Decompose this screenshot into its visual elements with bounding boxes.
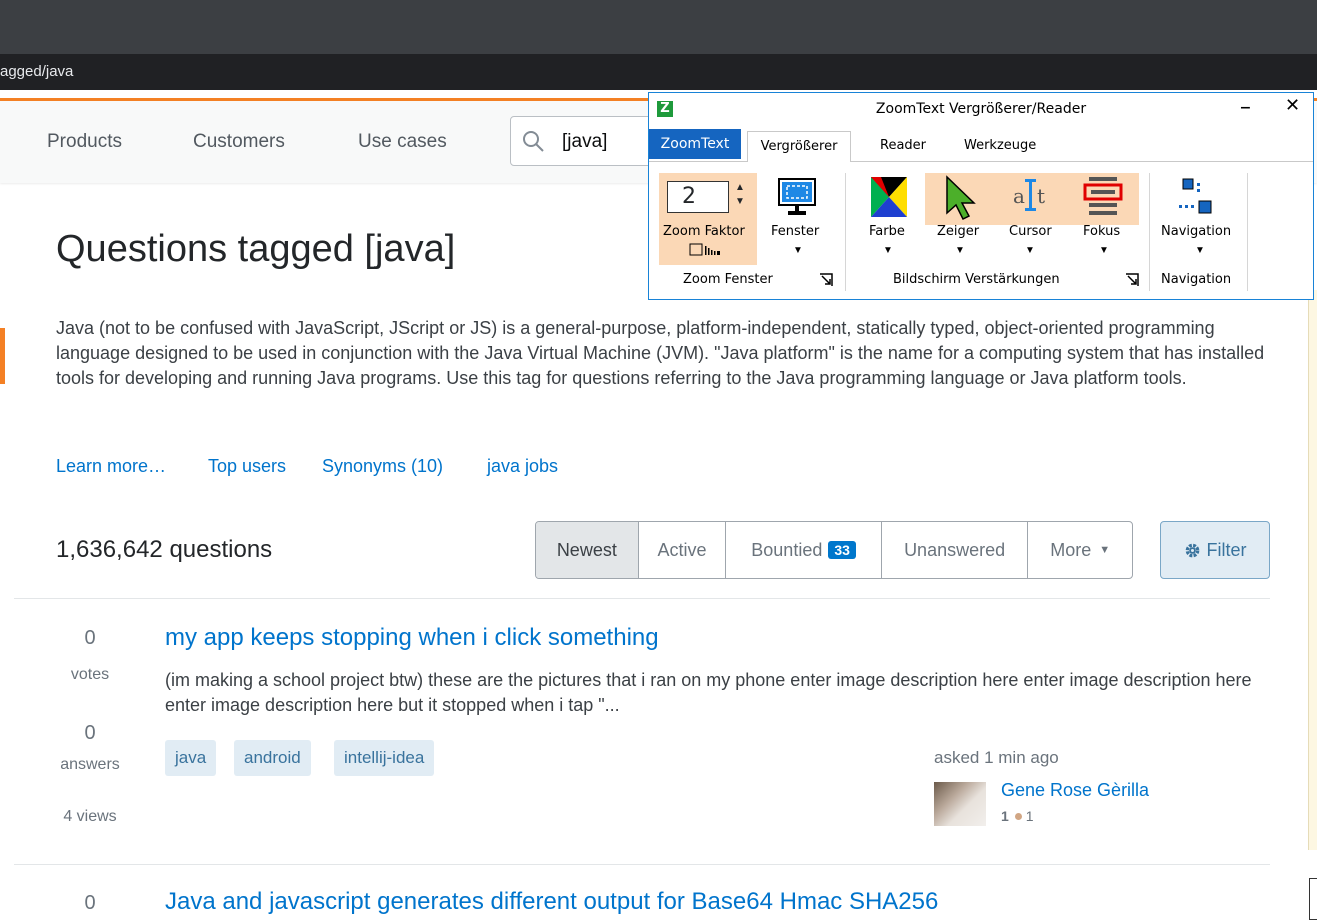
search-value: [java] [562, 131, 608, 152]
caret-down-icon[interactable]: ▼ [793, 245, 803, 256]
tab-unanswered-label: Unanswered [904, 539, 1006, 560]
tab-vergroesserer[interactable]: Vergrößerer [747, 131, 851, 162]
tab-werkzeuge[interactable]: Werkzeuge [964, 131, 1036, 161]
bronze-badge-count: 1 [1025, 808, 1034, 824]
zoomtext-window: Z ZoomText Vergrößerer/Reader ‒ ✕ ZoomTe… [648, 92, 1314, 300]
tab-newest-label: Newest [556, 539, 617, 560]
navigation-icon[interactable] [1175, 175, 1219, 219]
zoomtext-title: ZoomText Vergrößerer/Reader [875, 101, 1087, 117]
caret-down-icon[interactable]: ▼ [1099, 245, 1109, 256]
svg-text:t: t [1037, 184, 1045, 208]
cursor-label[interactable]: Cursor [1009, 224, 1052, 239]
vote-count: 0 [84, 627, 96, 649]
tag-description: Java (not to be confused with JavaScript… [56, 318, 1265, 388]
tab-more-label: More [1050, 539, 1092, 560]
caret-down-icon[interactable]: ▼ [883, 245, 893, 256]
reputation-score: 1 [1001, 808, 1009, 824]
zeiger-label[interactable]: Zeiger [937, 224, 979, 239]
gear-icon [1185, 543, 1199, 557]
tab-active[interactable]: Active [639, 522, 727, 578]
pointer-arrow-icon[interactable] [943, 175, 979, 221]
bronze-badge-icon [1014, 813, 1022, 820]
tab-bountied-label: Bountied [751, 539, 823, 560]
answers-label: answers [60, 756, 120, 773]
page-title: Questions tagged [java] [56, 228, 456, 270]
tab-newest[interactable]: Newest [536, 522, 639, 578]
nav-customers[interactable]: Customers [193, 131, 285, 153]
user-name-link[interactable]: Gene Rose Gèrilla [1001, 780, 1149, 801]
question-count: 1,636,642 questions [56, 536, 273, 563]
focus-highlight-icon[interactable] [1081, 175, 1125, 219]
votes-label: votes [70, 666, 110, 683]
dialog-launcher-icon[interactable] [819, 273, 833, 287]
text-cursor-icon[interactable]: a t [1011, 175, 1051, 219]
tab-active-label: Active [657, 539, 707, 560]
left-accent-bar [0, 328, 5, 384]
sidebar-box-edge [1309, 878, 1317, 920]
navigation-label[interactable]: Navigation [1161, 224, 1231, 239]
tab-reader[interactable]: Reader [880, 131, 926, 161]
vote-count: 0 [84, 892, 96, 914]
spinner-arrows-icon[interactable]: ▲ ▼ [735, 181, 745, 209]
address-bar[interactable]: agged/java [0, 54, 1317, 90]
tab-unanswered[interactable]: Unanswered [882, 522, 1029, 578]
caret-down-icon[interactable]: ▼ [1195, 245, 1205, 256]
asked-time: asked 1 min ago [934, 748, 1059, 767]
address-bar-url: agged/java [0, 63, 74, 80]
filter-label: Filter [1206, 539, 1247, 560]
browser-tabbar [0, 0, 1317, 54]
fokus-label[interactable]: Fokus [1083, 224, 1120, 239]
minimize-icon[interactable]: ‒ [1241, 99, 1250, 117]
java-jobs-link[interactable]: java jobs [487, 456, 558, 477]
view-count: 4 views [63, 808, 117, 825]
nav-products[interactable]: Products [47, 131, 122, 153]
divider [14, 864, 1270, 865]
color-palette-icon[interactable] [869, 175, 909, 219]
zoom-bars-icon [689, 243, 720, 256]
fenster-label[interactable]: Fenster [771, 224, 819, 239]
tag-intellij-idea[interactable]: intellij-idea [334, 740, 435, 776]
top-users-link[interactable]: Top users [208, 456, 286, 477]
bildschirm-group-label: Bildschirm Verstärkungen [893, 272, 1060, 287]
user-reputation: 11 [1001, 808, 1034, 824]
tab-zoomtext[interactable]: ZoomText [649, 129, 741, 159]
farbe-label[interactable]: Farbe [869, 224, 905, 239]
chevron-down-icon: ▼ [1099, 544, 1111, 556]
zoom-factor-spinner[interactable]: 2 [667, 181, 729, 213]
tag-java[interactable]: java [165, 740, 217, 776]
zoom-faktor-label[interactable]: Zoom Faktor [663, 224, 745, 239]
synonyms-link[interactable]: Synonyms (10) [322, 456, 443, 477]
caret-down-icon[interactable]: ▼ [955, 245, 965, 256]
answer-count: 0 [84, 722, 96, 744]
window-monitor-icon[interactable] [777, 175, 817, 219]
tab-more[interactable]: More ▼ [1028, 522, 1132, 578]
sort-tabs: Newest Active Bountied 33 Unanswered Mor… [535, 521, 1133, 579]
sidebar-widget-edge [1308, 290, 1317, 850]
bounty-count-badge: 33 [828, 541, 856, 559]
tag-android[interactable]: android [234, 740, 311, 776]
svg-text:a: a [1013, 184, 1025, 208]
group-separator [1247, 173, 1248, 291]
nav-use-cases[interactable]: Use cases [358, 131, 447, 153]
zoom-fenster-group-label: Zoom Fenster [683, 272, 773, 287]
navigation-group-label: Navigation [1161, 272, 1232, 287]
search-icon [523, 131, 544, 152]
group-separator [1149, 173, 1150, 291]
question-excerpt: (im making a school project btw) these a… [165, 670, 1252, 715]
caret-down-icon[interactable]: ▼ [1025, 245, 1035, 256]
avatar[interactable] [934, 782, 986, 826]
learn-more-link[interactable]: Learn more… [56, 456, 166, 477]
filter-button[interactable]: Filter [1160, 521, 1270, 579]
dialog-launcher-icon[interactable] [1125, 273, 1139, 287]
question-title-link[interactable]: my app keeps stopping when i click somet… [165, 624, 659, 652]
tab-bountied[interactable]: Bountied 33 [726, 522, 882, 578]
group-separator [845, 173, 846, 291]
question-title-link[interactable]: Java and javascript generates different … [165, 888, 938, 916]
close-icon[interactable]: ✕ [1285, 95, 1300, 116]
